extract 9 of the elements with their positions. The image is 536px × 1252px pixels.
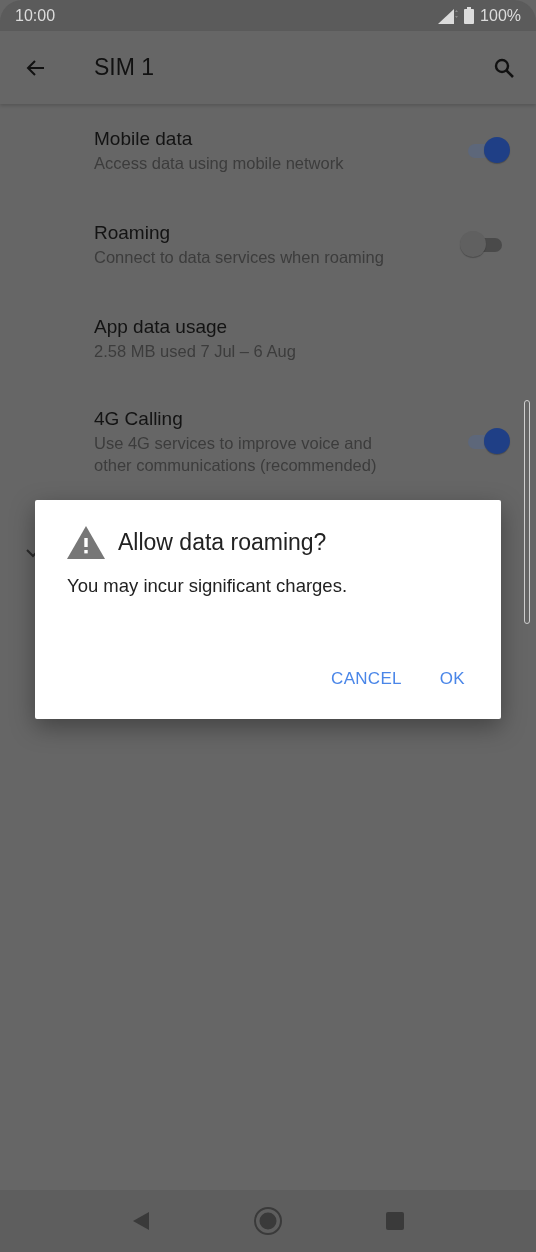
dialog-message: You may incur significant charges.: [67, 575, 349, 597]
dialog-title: Allow data roaming?: [118, 529, 327, 556]
setting-title: App data usage: [94, 316, 229, 338]
screen-title: SIM 1: [94, 54, 156, 81]
battery-percent: 100%: [480, 6, 521, 25]
setting-title: 4G Calling: [94, 408, 184, 430]
clock-time: 10:00: [15, 6, 56, 25]
setting-title: Mobile data: [94, 128, 194, 150]
setting-title: Roaming: [94, 222, 172, 244]
